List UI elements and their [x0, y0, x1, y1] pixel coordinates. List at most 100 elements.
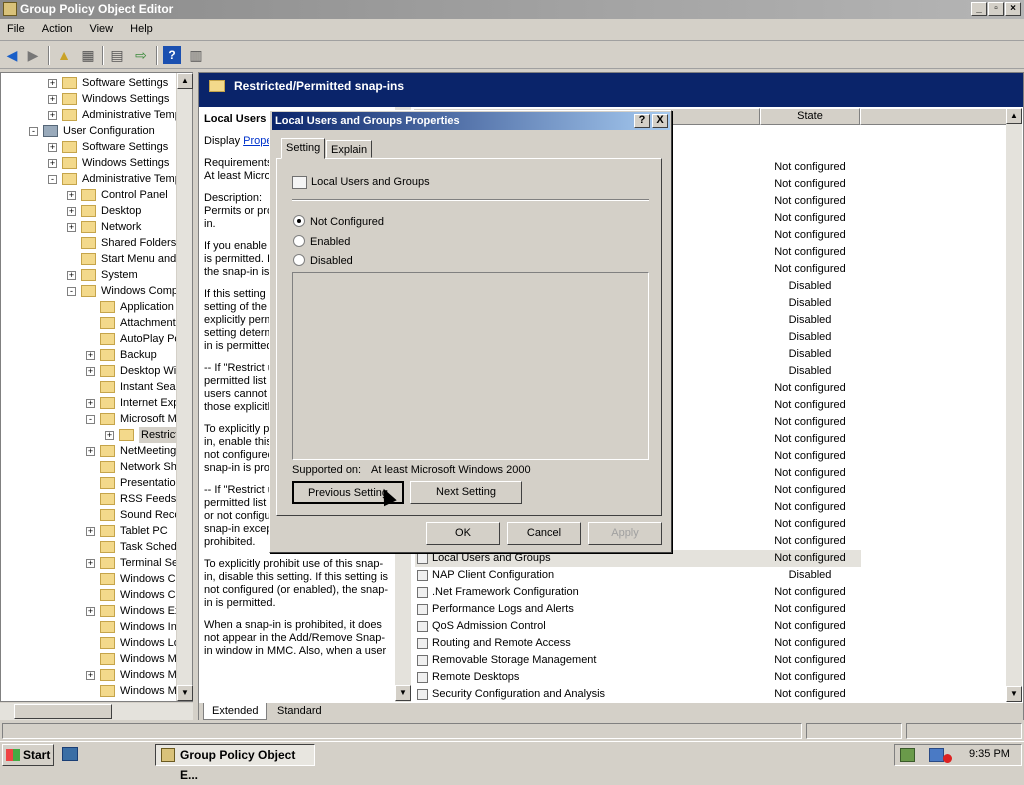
- filter-icon[interactable]: ▥: [187, 46, 205, 64]
- clock[interactable]: 9:35 PM: [969, 748, 1010, 760]
- expand-icon[interactable]: +: [67, 207, 76, 216]
- tree-node[interactable]: + Control Panel: [1, 187, 177, 203]
- tree-node[interactable]: -Windows Components: [1, 283, 192, 299]
- tree-node[interactable]: - User Configuration: [1, 123, 177, 139]
- expand-icon[interactable]: +: [48, 79, 57, 88]
- tree-horizontal-scrollbar[interactable]: [0, 703, 193, 720]
- expand-icon[interactable]: +: [67, 223, 76, 232]
- expand-icon[interactable]: +: [86, 399, 95, 408]
- tree-node[interactable]: + Software Settings: [1, 75, 177, 91]
- tree-node[interactable]: +Internet Explorer: [1, 395, 192, 411]
- window-titlebar[interactable]: Group Policy Object Editor _ ▫ ×: [0, 0, 1024, 19]
- tree-node[interactable]: + NetMeeting: [1, 443, 177, 459]
- expand-icon[interactable]: +: [86, 671, 95, 680]
- scroll-up-arrow-icon[interactable]: ▲: [1006, 108, 1022, 124]
- tree-node[interactable]: Instant Search: [1, 379, 191, 395]
- cancel-button[interactable]: Cancel: [507, 522, 581, 545]
- radio-not-configured[interactable]: [293, 215, 305, 227]
- list-row[interactable]: QoS Admission Control Not configured: [415, 618, 861, 635]
- tree-node[interactable]: AutoPlay Policies: [1, 331, 192, 347]
- show-hide-tree-icon[interactable]: ▦: [79, 46, 97, 64]
- tree-node[interactable]: Windows Color System: [1, 587, 192, 603]
- tree-node[interactable]: Attachment Manager: [1, 315, 192, 331]
- list-row[interactable]: NAP Client Configuration Disabled: [415, 567, 861, 584]
- expand-icon[interactable]: +: [48, 111, 57, 120]
- tree-node[interactable]: Shared Folders: [1, 235, 177, 251]
- scroll-down-arrow-icon[interactable]: ▼: [177, 685, 193, 701]
- dialog-titlebar[interactable]: Local Users and Groups Properties ? X: [272, 112, 670, 130]
- radio-disabled[interactable]: [293, 254, 305, 266]
- expand-icon[interactable]: +: [67, 191, 76, 200]
- tree-node[interactable]: +Restricted/Permitted snap-ins: [1, 427, 192, 443]
- scroll-down-arrow-icon[interactable]: ▼: [395, 685, 411, 701]
- export-list-icon[interactable]: ⇨: [132, 46, 150, 64]
- menu-view[interactable]: View: [82, 19, 120, 35]
- expand-icon[interactable]: +: [48, 95, 57, 104]
- expand-icon[interactable]: +: [67, 271, 76, 280]
- tab-setting[interactable]: Setting: [281, 138, 326, 159]
- network-tray-icon[interactable]: [929, 748, 944, 762]
- close-button[interactable]: ×: [1005, 2, 1021, 16]
- tree-node[interactable]: +Windows Media Player: [1, 667, 192, 683]
- tree-node[interactable]: Windows Mail: [1, 651, 188, 667]
- tab-extended[interactable]: Extended: [203, 703, 268, 720]
- security-tray-icon[interactable]: [900, 748, 915, 762]
- tree-node[interactable]: Windows Logon Options: [1, 635, 192, 651]
- expand-icon[interactable]: +: [86, 607, 95, 616]
- properties-icon[interactable]: ▤: [108, 46, 126, 64]
- tree-node[interactable]: + Network: [1, 219, 177, 235]
- tree-node[interactable]: + Software Settings: [1, 139, 177, 155]
- tree-node[interactable]: Presentation Settings: [1, 475, 192, 491]
- list-row[interactable]: Security Configuration and Analysis Not c…: [415, 686, 861, 703]
- next-setting-button[interactable]: Next Setting: [410, 481, 522, 504]
- dialog-help-button[interactable]: ?: [634, 114, 650, 128]
- tree-node[interactable]: + Backup: [1, 347, 177, 363]
- tree-node[interactable]: + Tablet PC: [1, 523, 177, 539]
- tree-node[interactable]: + System: [1, 267, 177, 283]
- menu-file[interactable]: File: [0, 19, 32, 35]
- scroll-up-arrow-icon[interactable]: ▲: [177, 73, 193, 89]
- tree-node[interactable]: Sound Recorder: [1, 507, 192, 523]
- tree-node[interactable]: + Windows Settings: [1, 91, 177, 107]
- show-desktop-icon[interactable]: [62, 747, 78, 761]
- forward-arrow-icon[interactable]: ▶: [24, 46, 42, 64]
- collapse-icon[interactable]: -: [67, 287, 76, 296]
- expand-icon[interactable]: +: [86, 367, 95, 376]
- tree-node[interactable]: Application Compatibility: [1, 299, 192, 315]
- tree-node[interactable]: -Microsoft Management Console: [1, 411, 192, 427]
- expand-icon[interactable]: +: [105, 431, 114, 440]
- expand-icon[interactable]: +: [86, 527, 95, 536]
- tab-explain[interactable]: Explain: [326, 140, 373, 158]
- list-row[interactable]: Remote Desktops Not configured: [415, 669, 861, 686]
- dialog-close-button[interactable]: X: [652, 114, 668, 128]
- collapse-icon[interactable]: -: [29, 127, 38, 136]
- list-row[interactable]: Performance Logs and Alerts Not configure…: [415, 601, 861, 618]
- expand-icon[interactable]: +: [86, 351, 95, 360]
- menu-help[interactable]: Help: [123, 19, 160, 35]
- maximize-button[interactable]: ▫: [988, 2, 1004, 16]
- tree-node[interactable]: + Administrative Templates: [1, 107, 192, 123]
- list-row[interactable]: Routing and Remote Access Not configured: [415, 635, 861, 652]
- scroll-thumb[interactable]: [14, 704, 112, 719]
- collapse-icon[interactable]: -: [86, 415, 95, 424]
- tree-node[interactable]: Task Scheduler: [1, 539, 192, 555]
- expand-icon[interactable]: +: [48, 143, 57, 152]
- ok-button[interactable]: OK: [426, 522, 500, 545]
- radio-enabled[interactable]: [293, 235, 305, 247]
- tree-node[interactable]: Windows Calendar: [1, 571, 192, 587]
- tree-node[interactable]: +Desktop Window Manager: [1, 363, 192, 379]
- list-scrollbar[interactable]: ▲ ▼: [1006, 108, 1022, 702]
- help-icon[interactable]: ?: [163, 46, 181, 64]
- tree-node[interactable]: + Windows Settings: [1, 155, 177, 171]
- scroll-down-arrow-icon[interactable]: ▼: [1006, 686, 1022, 702]
- menu-action[interactable]: Action: [35, 19, 80, 35]
- expand-icon[interactable]: +: [86, 559, 95, 568]
- tree-node[interactable]: + Desktop: [1, 203, 177, 219]
- minimize-button[interactable]: _: [971, 2, 987, 16]
- tree-node[interactable]: - Administrative Templates: [1, 171, 192, 187]
- column-state[interactable]: State: [760, 108, 860, 125]
- list-row[interactable]: .Net Framework Configuration Not configur…: [415, 584, 861, 601]
- tree-node[interactable]: +Terminal Services: [1, 555, 192, 571]
- tree-pane[interactable]: + Software Settings + Windows Settings + Admi…: [0, 72, 193, 702]
- expand-icon[interactable]: +: [86, 447, 95, 456]
